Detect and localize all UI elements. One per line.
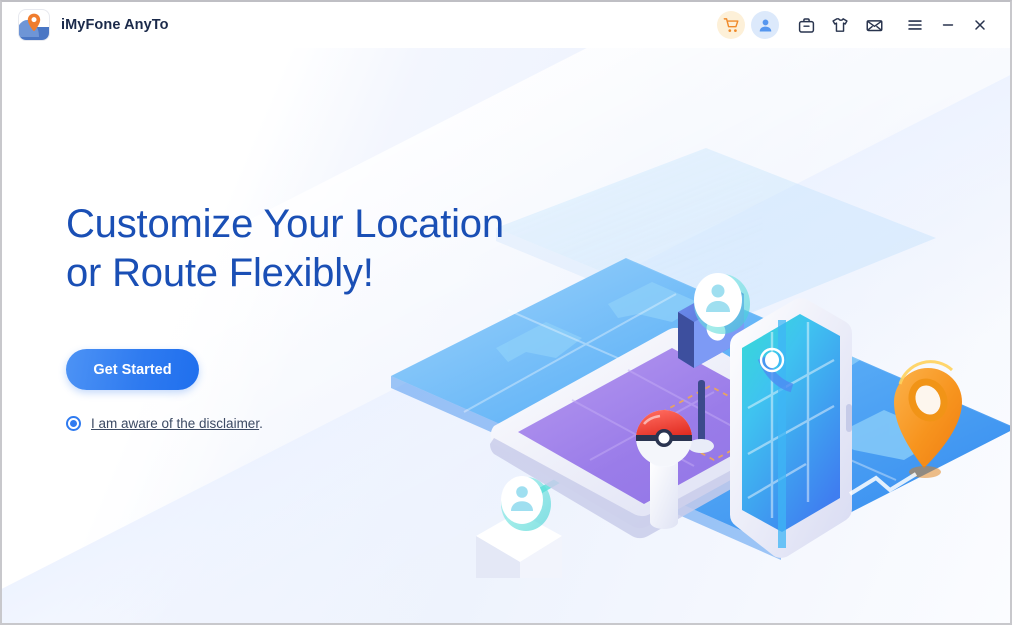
minimize-icon[interactable] [932, 10, 964, 40]
app-window: iMyFone AnyTo Customize Your Location or… [0, 0, 1012, 625]
headline-line-2: or Route Flexibly! [66, 251, 374, 296]
account-icon-bg [751, 11, 779, 39]
disclaimer-radio[interactable] [66, 416, 81, 432]
avatar-badge-bottom [501, 476, 551, 531]
upright-phone [729, 298, 853, 558]
disclaimer-link[interactable]: I am aware of the disclaimer [91, 416, 259, 431]
disclaimer-period: . [259, 416, 263, 432]
app-brand: iMyFone AnyTo [18, 9, 169, 41]
disclaimer-row[interactable]: I am aware of the disclaimer. [66, 416, 504, 432]
close-icon[interactable] [964, 10, 996, 40]
menu-icon[interactable] [898, 10, 932, 40]
page-title: Customize Your Location or Route Flexibl… [66, 200, 504, 298]
disclaimer-label: I am aware of the disclaimer. [91, 416, 263, 431]
tshirt-icon[interactable] [823, 10, 857, 40]
titlebar-actions [714, 10, 996, 40]
location-pin-logo-icon [18, 9, 50, 41]
headline-line-1: Customize Your Location [66, 202, 504, 246]
title-bar: iMyFone AnyTo [2, 2, 1010, 48]
mail-icon[interactable] [857, 10, 891, 40]
toolbox-icon[interactable] [789, 10, 823, 40]
hero-section: Customize Your Location or Route Flexibl… [66, 200, 504, 432]
account-icon[interactable] [748, 10, 782, 40]
get-started-button[interactable]: Get Started [66, 349, 199, 391]
app-title: iMyFone AnyTo [61, 17, 169, 33]
main-content: Customize Your Location or Route Flexibl… [2, 48, 1010, 623]
cart-icon-bg [717, 11, 745, 39]
cart-icon[interactable] [714, 10, 748, 40]
